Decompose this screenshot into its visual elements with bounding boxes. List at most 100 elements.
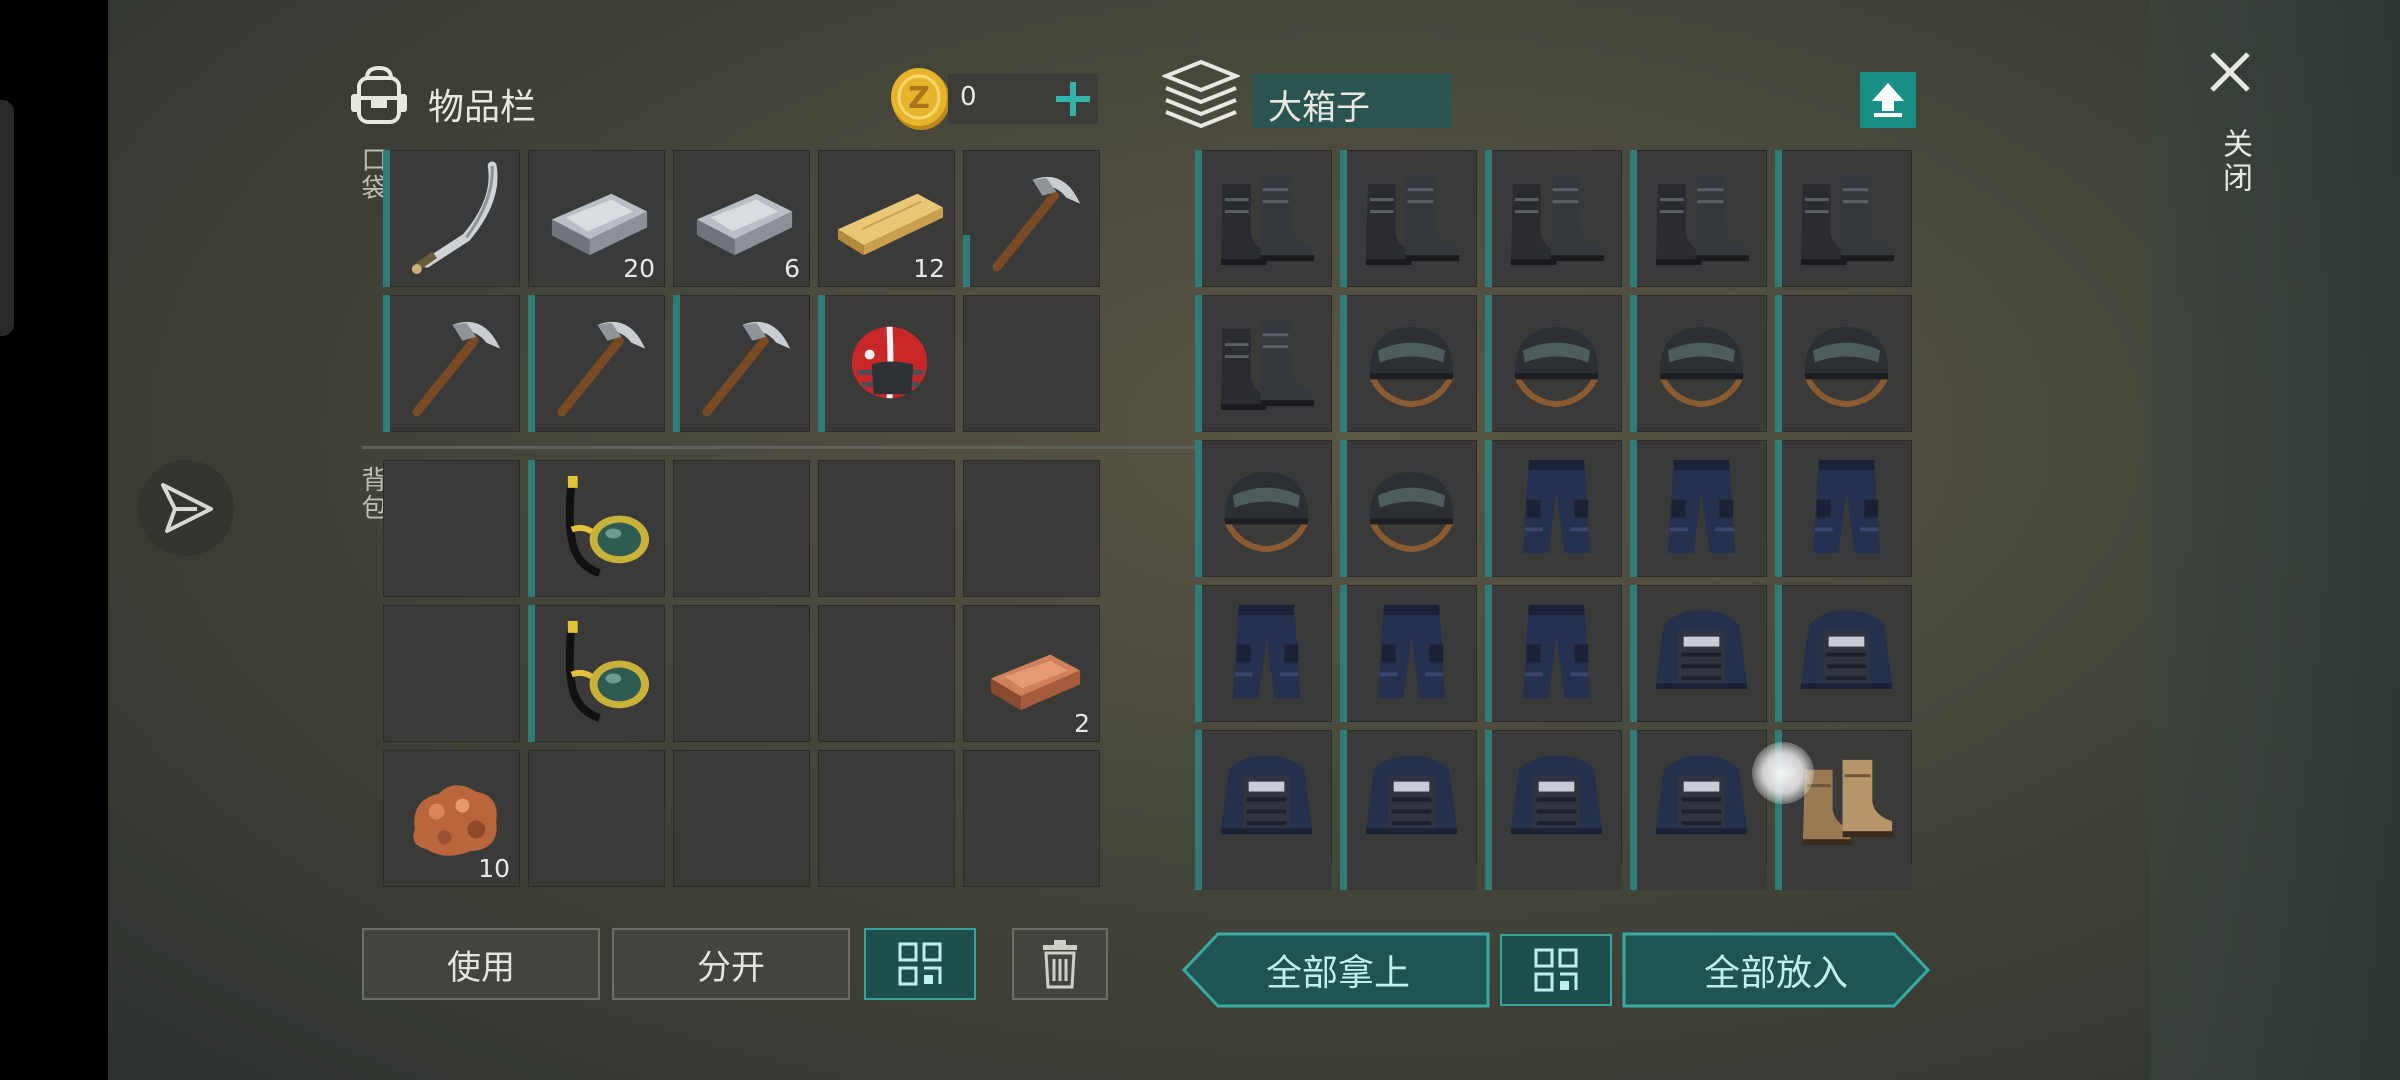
- chest-slot[interactable]: [1775, 440, 1912, 577]
- tactical-helmet-icon: [1369, 471, 1454, 553]
- put-all-button[interactable]: 全部放入: [1622, 932, 1930, 1008]
- pickaxe-icon: [412, 321, 501, 417]
- inventory-title: 物品栏: [428, 87, 537, 128]
- durability-bar: [528, 460, 535, 597]
- durability-bar: [528, 605, 535, 742]
- chest-slot[interactable]: [1485, 150, 1622, 287]
- chest-stack-icon: [1162, 59, 1240, 129]
- pocket-slot[interactable]: [383, 295, 520, 432]
- durability-bar: [673, 295, 680, 432]
- pocket-slot[interactable]: [963, 150, 1100, 287]
- backpack-slot[interactable]: [383, 460, 520, 597]
- boots-icon: [1800, 173, 1895, 266]
- use-button[interactable]: 使用: [362, 928, 600, 1000]
- chest-slot[interactable]: [1340, 440, 1477, 577]
- pocket-slot[interactable]: 6: [673, 150, 810, 287]
- chest-slot[interactable]: [1630, 150, 1767, 287]
- take-all-button[interactable]: 全部拿上: [1182, 932, 1494, 1008]
- boots-icon: [1365, 173, 1460, 266]
- police-pants-icon: [1232, 604, 1301, 699]
- tactical-helmet-icon: [1369, 326, 1454, 408]
- sort-inventory-button[interactable]: [864, 928, 976, 1000]
- chest-slot[interactable]: [1195, 440, 1332, 577]
- pocket-slot[interactable]: [383, 150, 520, 287]
- backpack-slot[interactable]: [818, 605, 955, 742]
- durability-bar: [1485, 150, 1492, 287]
- backpack-slot[interactable]: [963, 750, 1100, 887]
- chest-slot[interactable]: [1485, 440, 1622, 577]
- chest-slot[interactable]: [1775, 150, 1912, 287]
- item-count: 2: [1074, 709, 1090, 738]
- chest-slot[interactable]: [1775, 585, 1912, 722]
- chest-slot[interactable]: [1485, 295, 1622, 432]
- pocket-slot[interactable]: 12: [818, 150, 955, 287]
- sort-chest-button[interactable]: [1500, 934, 1612, 1006]
- pocket-slot[interactable]: [818, 295, 955, 432]
- chest-slot[interactable]: [1340, 730, 1477, 867]
- pocket-slot[interactable]: [528, 295, 665, 432]
- item-count: 20: [623, 254, 655, 283]
- durability-bar: [1195, 585, 1202, 722]
- trash-icon: [1043, 940, 1077, 989]
- svg-text:Z: Z: [908, 81, 930, 116]
- durability-bar: [1485, 585, 1492, 722]
- chest-slot[interactable]: [1630, 295, 1767, 432]
- chest-slot[interactable]: [1485, 730, 1622, 867]
- close-label: 关闭: [2217, 128, 2252, 196]
- durability-bar: [1775, 585, 1782, 722]
- backpack-slot[interactable]: [818, 750, 955, 887]
- backpack-slot[interactable]: [818, 460, 955, 597]
- chest-slot[interactable]: [1775, 295, 1912, 432]
- police-pants-icon: [1667, 459, 1736, 554]
- paper-plane-icon: [161, 483, 213, 533]
- backpack-icon: [351, 65, 407, 124]
- chest-slot[interactable]: [1485, 585, 1622, 722]
- chest-slot[interactable]: [1340, 585, 1477, 722]
- item-count: 10: [478, 854, 510, 883]
- pocket-slot[interactable]: [673, 295, 810, 432]
- send-button[interactable]: [138, 460, 234, 556]
- close-icon: [2210, 52, 2250, 92]
- backpack-slot[interactable]: [528, 750, 665, 887]
- chest-slot[interactable]: [1340, 295, 1477, 432]
- backpack-slot[interactable]: [528, 605, 665, 742]
- pocket-slot[interactable]: 20: [528, 150, 665, 287]
- durability-bar: [1485, 440, 1492, 577]
- upload-button[interactable]: [1860, 72, 1916, 128]
- backpack-slot[interactable]: [383, 605, 520, 742]
- add-coins-button[interactable]: [1048, 74, 1098, 124]
- police-vest-icon: [1800, 610, 1893, 690]
- sort-grid-icon: [1534, 948, 1578, 992]
- chest-slot[interactable]: [1195, 730, 1332, 867]
- backpack-slot[interactable]: [673, 750, 810, 887]
- chest-slot[interactable]: [1630, 440, 1767, 577]
- durability-bar: [1630, 730, 1637, 867]
- durability-bar: [1195, 295, 1202, 432]
- put-all-label: 全部放入: [1703, 953, 1848, 994]
- durability-bar: [1340, 295, 1347, 432]
- pocket-slot[interactable]: [963, 295, 1100, 432]
- backpack-slot[interactable]: 2: [963, 605, 1100, 742]
- chest-slot[interactable]: [1340, 150, 1477, 287]
- tactical-helmet-icon: [1514, 326, 1599, 408]
- close-button[interactable]: 关闭: [2188, 40, 2272, 220]
- backpack-slot[interactable]: 10: [383, 750, 520, 887]
- chest-slot[interactable]: [1630, 585, 1767, 722]
- tactical-helmet-icon: [1224, 471, 1309, 553]
- police-vest-icon: [1655, 755, 1748, 835]
- snorkel-mask-icon: [565, 475, 650, 577]
- backpack-slot[interactable]: [963, 460, 1100, 597]
- police-vest-icon: [1510, 755, 1603, 835]
- coin-count: 0: [960, 82, 977, 112]
- chest-slot[interactable]: [1195, 585, 1332, 722]
- durability-bar: [1195, 440, 1202, 577]
- split-button[interactable]: 分开: [612, 928, 850, 1000]
- chest-grid-partial-row: [1195, 864, 2025, 890]
- delete-button[interactable]: [1012, 928, 1108, 1000]
- backpack-slot[interactable]: [528, 460, 665, 597]
- backpack-slot[interactable]: [673, 605, 810, 742]
- chest-slot[interactable]: [1195, 150, 1332, 287]
- chest-slot[interactable]: [1195, 295, 1332, 432]
- backpack-slot[interactable]: [673, 460, 810, 597]
- chest-slot[interactable]: [1630, 730, 1767, 867]
